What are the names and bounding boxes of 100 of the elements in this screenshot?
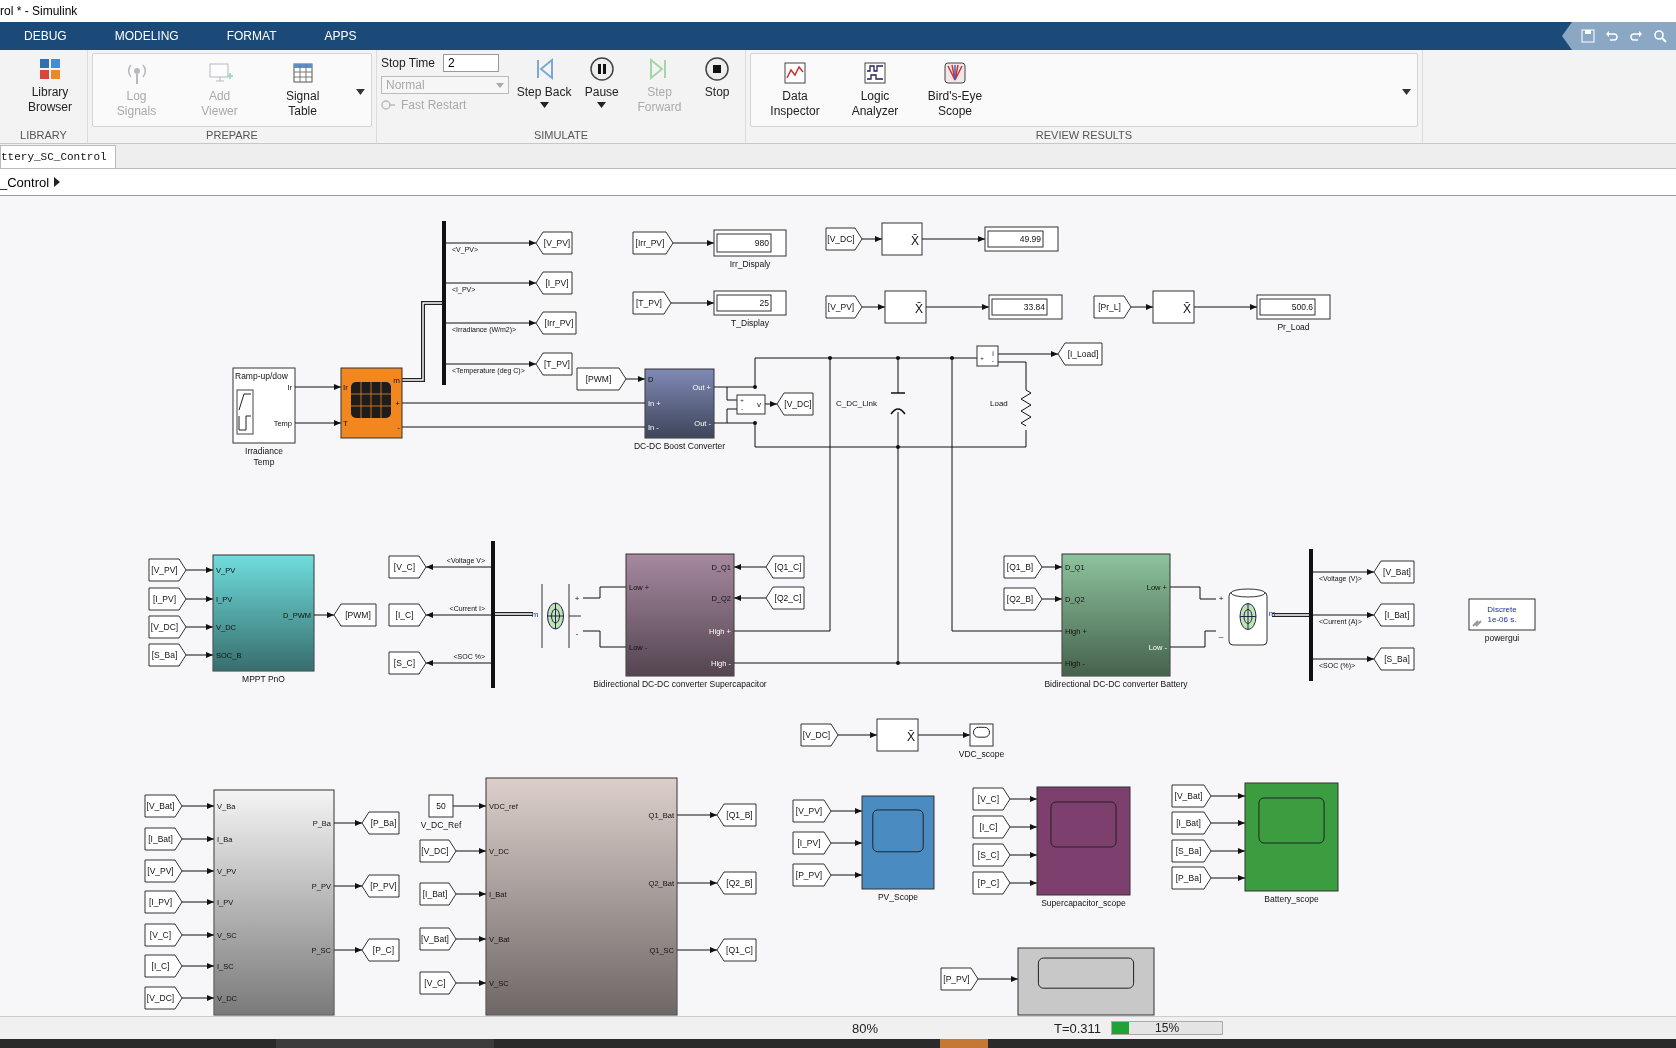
- display-block: 500.6: [1256, 294, 1331, 320]
- signal-line: [181, 995, 215, 1001]
- block-label: Supercapacitor_scope: [1041, 898, 1126, 908]
- from-tag: [V_PV]: [792, 799, 832, 823]
- signal-line: [830, 872, 863, 878]
- breadcrumb-link[interactable]: _Control: [0, 174, 50, 190]
- signal-line: [181, 868, 215, 874]
- from-tag: [I_Bat]: [144, 827, 183, 851]
- port-label: m: [1268, 608, 1276, 618]
- capacitor-drawing: [890, 392, 906, 415]
- signal-line: [1210, 793, 1246, 799]
- from-tag: [Pr_L]: [1093, 295, 1132, 319]
- expand-icon[interactable]: [1402, 89, 1411, 95]
- goto-tag: [Irr_PV]: [535, 311, 577, 335]
- signal-line: [676, 947, 718, 953]
- redo-icon[interactable]: [1628, 28, 1644, 44]
- pause-icon: [588, 56, 615, 82]
- from-tag: [I_Bat]: [419, 882, 457, 906]
- signal-line: [861, 236, 883, 242]
- signal-line: [181, 836, 215, 842]
- signal-line: [1130, 304, 1154, 310]
- stop-time-field[interactable]: 2: [443, 54, 500, 72]
- signal-line: [733, 564, 767, 570]
- goto-tag: [Q2_B]: [716, 871, 757, 895]
- junction-dot: [950, 356, 954, 360]
- toolbar-button[interactable]: Logic Analyzer: [845, 58, 905, 119]
- signal-line: [181, 899, 215, 905]
- toolbar-button[interactable]: Signal Table: [273, 58, 333, 119]
- restart-icon: [381, 99, 395, 111]
- section-label: REVIEW RESULTS: [1034, 128, 1134, 143]
- signal-line: [455, 936, 487, 942]
- signal-line: [1312, 656, 1375, 662]
- component-label: C_DC_Link: [836, 398, 877, 408]
- junction-dot: [828, 356, 832, 360]
- scope-screen-icon: [972, 726, 991, 738]
- signal-line: [1312, 569, 1375, 575]
- junction-dot: [753, 385, 757, 389]
- expand-icon[interactable]: [356, 89, 365, 95]
- search-icon[interactable]: [1652, 28, 1668, 44]
- component-label: Load: [990, 398, 1008, 408]
- ribbon-tab[interactable]: APPS: [300, 22, 381, 50]
- caret-right-icon[interactable]: [54, 177, 61, 187]
- toolbar-button[interactable]: Bird's-Eye Scope: [925, 58, 985, 119]
- block-label: Bidirectional DC-DC converter Battery: [1044, 679, 1188, 689]
- signal-line: [181, 803, 215, 809]
- connection-line: [1169, 630, 1217, 648]
- mean-block: X̄: [876, 718, 919, 752]
- from-tag: [I_PV]: [144, 890, 183, 914]
- from-tag: [V_DC]: [825, 227, 863, 251]
- toolbar-button[interactable]: Pause: [573, 54, 630, 111]
- port-label: +: [395, 398, 400, 408]
- toolbar-button[interactable]: Library Browser: [20, 54, 80, 115]
- from-tag: [Irr_PV]: [632, 231, 674, 255]
- from-tag: [V_DC]: [800, 723, 839, 747]
- display-block: 33.84: [988, 294, 1063, 320]
- from-tag: [V_DC]: [144, 986, 183, 1010]
- signal-line: [921, 236, 986, 242]
- connection-line: [1169, 586, 1217, 600]
- block-title: Ramp-up/dow: [235, 371, 288, 381]
- block-label: Battery_scope: [1264, 894, 1319, 904]
- from-tag: [PWM]: [576, 367, 627, 391]
- ribbon-tab[interactable]: FORMAT: [202, 22, 301, 50]
- ribbon-tab[interactable]: DEBUG: [0, 22, 91, 50]
- junction-dot: [753, 421, 757, 425]
- signal-line: [676, 812, 718, 818]
- signal-line: [1009, 824, 1038, 830]
- signal-line: [181, 963, 215, 969]
- scope-screen-icon: [872, 809, 924, 853]
- model-tab[interactable]: ttery_SC_Control: [0, 145, 116, 168]
- from-tag: [S_C]: [972, 843, 1011, 867]
- block-label: Irradiance: [245, 446, 283, 456]
- toolbar-button[interactable]: Data Inspector: [765, 58, 825, 119]
- ribbon-tab[interactable]: MODELING: [90, 22, 203, 50]
- signal-line: [1009, 796, 1038, 802]
- from-tag: [V_Bat]: [144, 794, 183, 818]
- signal-line: [925, 304, 990, 310]
- goto-tag: [Q1_C]: [716, 938, 757, 962]
- toolbar-button[interactable]: Stop: [689, 54, 745, 100]
- connection-line: [582, 630, 627, 648]
- signal-line: [837, 732, 878, 738]
- goto-tag: [V_C]: [388, 555, 427, 579]
- block-label: Temp: [253, 457, 275, 467]
- block-label: Irr_Dispaly: [729, 259, 771, 269]
- save-icon[interactable]: [1580, 28, 1596, 44]
- section-label: LIBRARY: [19, 128, 68, 143]
- goto-tag: [I_Load]: [1057, 342, 1103, 366]
- goto-tag: [P_Ba]: [361, 811, 400, 835]
- from-tag: [V_C]: [144, 923, 183, 947]
- mean-block: X̄: [881, 222, 923, 256]
- link-icon: [1472, 620, 1482, 627]
- resistor-drawing: [1020, 389, 1032, 427]
- toolbar-button[interactable]: Step Back: [516, 54, 572, 111]
- bus-connection-line: [493, 612, 534, 616]
- simulation-time: T=0.311: [1054, 1020, 1102, 1036]
- progress-text: 15%: [1154, 1021, 1181, 1035]
- goto-tag: [I_PV]: [535, 271, 573, 295]
- signal-line: [425, 564, 492, 570]
- signal-line: [1041, 564, 1063, 570]
- block-label: Pr_Load: [1277, 322, 1310, 332]
- port-label: -: [397, 422, 400, 432]
